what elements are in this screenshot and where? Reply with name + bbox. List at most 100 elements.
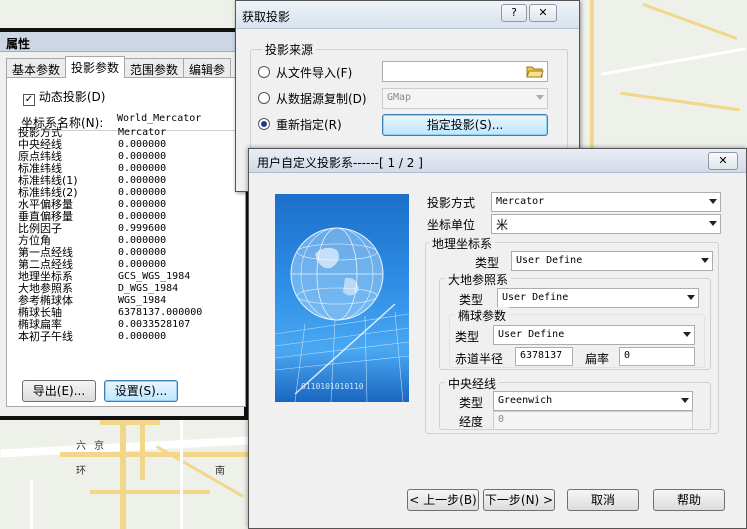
export-button[interactable]: 导出(E)... xyxy=(22,380,96,402)
longitude-input[interactable]: 0 xyxy=(493,411,693,430)
geo-cs-type-value: User Define xyxy=(516,255,583,266)
custom-projection-wizard: 用户自定义投影系------[ 1 / 2 ] ✕ 0110101010110 … xyxy=(248,148,747,529)
param-value: D_WGS_1984 xyxy=(118,283,179,294)
radio-from-file-label: 从文件导入(F) xyxy=(276,66,353,80)
dynamic-projection-label: 动态投影(D) xyxy=(38,90,106,104)
chevron-down-icon xyxy=(709,221,717,226)
cm-type-label: 类型 xyxy=(459,396,484,410)
eq-radius-label: 赤道半径 xyxy=(455,352,504,366)
param-value: Mercator xyxy=(118,127,167,138)
projection-source-label: 投影来源 xyxy=(262,41,317,58)
properties-window: 属性 基本参数 投影参数 范围参数 编辑参 ✓ 动态投影(D) 坐标系名称(N)… xyxy=(0,28,248,420)
specify-projection-button[interactable]: 指定投影(S)... xyxy=(382,114,548,136)
ellipsoid-type-value: User Define xyxy=(498,329,565,340)
tab-projection-params[interactable]: 投影参数 xyxy=(65,56,126,78)
chevron-down-icon xyxy=(681,398,689,403)
help-icon[interactable]: ? xyxy=(501,4,527,22)
file-path-input[interactable] xyxy=(382,61,548,82)
map-road xyxy=(30,480,33,529)
chevron-down-icon xyxy=(709,199,717,204)
map-label: 南 xyxy=(215,466,225,477)
close-icon[interactable]: ✕ xyxy=(529,4,557,22)
param-value: 0.000000 xyxy=(118,199,167,210)
param-value: 0.000000 xyxy=(118,235,167,246)
param-row: 比例因子 0.999600 xyxy=(18,223,240,235)
proj-method-select[interactable]: Mercator xyxy=(491,192,721,212)
radio-copy-from-source[interactable] xyxy=(258,92,270,104)
param-value: 0.000000 xyxy=(118,247,167,258)
map-label: 京 xyxy=(94,441,104,452)
radio-copy-label: 从数据源复制(D) xyxy=(276,92,367,106)
chevron-down-icon xyxy=(536,95,544,100)
cm-type-select[interactable]: Greenwich xyxy=(493,391,693,411)
param-value: 0.000000 xyxy=(118,187,167,198)
param-value: 0.000000 xyxy=(118,331,167,342)
param-value: 0.000000 xyxy=(118,139,167,150)
param-row: 本初子午线 0.000000 xyxy=(18,331,240,343)
radio-respecify[interactable] xyxy=(258,118,270,130)
settings-button[interactable]: 设置(S)... xyxy=(104,380,178,402)
geo-cs-label: 地理坐标系 xyxy=(429,235,496,252)
copy-source-select[interactable]: GMap xyxy=(382,88,548,109)
map-label: 环 xyxy=(76,466,86,477)
help-button[interactable]: 帮助 xyxy=(653,489,725,511)
close-icon[interactable]: ✕ xyxy=(708,152,738,170)
map-road xyxy=(100,420,160,425)
tab-extent-params[interactable]: 范围参数 xyxy=(124,58,185,78)
param-value: 0.0033528107 xyxy=(118,319,191,330)
flattening-input[interactable]: 0 xyxy=(619,347,695,366)
tab-basic-params[interactable]: 基本参数 xyxy=(6,58,67,78)
chevron-down-icon xyxy=(687,295,695,300)
datum-type-select[interactable]: User Define xyxy=(497,288,699,308)
param-value: 0.000000 xyxy=(118,175,167,186)
map-road xyxy=(90,490,210,494)
map-road xyxy=(642,2,738,41)
next-step-button[interactable]: 下一步(N) > xyxy=(483,489,555,511)
cancel-button[interactable]: 取消 xyxy=(567,489,639,511)
dynamic-projection-checkbox[interactable]: ✓ xyxy=(23,94,35,106)
param-value: 0.000000 xyxy=(118,163,167,174)
eq-radius-input[interactable]: 6378137 xyxy=(515,347,573,366)
datum-type-value: User Define xyxy=(502,292,569,303)
geo-cs-type-label: 类型 xyxy=(475,256,500,270)
copy-source-value: GMap xyxy=(387,92,412,103)
param-value: WGS_1984 xyxy=(118,295,167,306)
map-road xyxy=(60,452,250,457)
open-folder-icon[interactable] xyxy=(526,63,544,79)
map-road xyxy=(140,410,145,480)
param-value: 0.000000 xyxy=(118,211,167,222)
chevron-down-icon xyxy=(701,258,709,263)
longitude-label: 经度 xyxy=(459,415,484,429)
properties-tabs: 基本参数 投影参数 范围参数 编辑参 xyxy=(6,56,232,78)
central-meridian-label: 中央经线 xyxy=(445,375,500,392)
ellipsoid-type-label: 类型 xyxy=(455,330,480,344)
param-value: 0.000000 xyxy=(118,151,167,162)
wizard-title: 用户自定义投影系------[ 1 / 2 ] xyxy=(249,149,746,173)
get-projection-title: 获取投影 xyxy=(236,1,579,29)
prev-step-button[interactable]: < 上一步(B) xyxy=(407,489,479,511)
coord-unit-value: 米 xyxy=(496,218,509,232)
radio-from-file[interactable] xyxy=(258,66,270,78)
ellipsoid-label: 椭球参数 xyxy=(455,307,510,324)
dynamic-projection-row[interactable]: ✓ 动态投影(D) xyxy=(23,88,105,106)
map-road xyxy=(620,91,740,112)
map-road xyxy=(600,47,747,76)
coord-unit-label: 坐标单位 xyxy=(427,218,476,232)
coord-unit-select[interactable]: 米 xyxy=(491,214,721,234)
proj-method-value: Mercator xyxy=(496,196,545,207)
param-value: 0.999600 xyxy=(118,223,167,234)
chevron-down-icon xyxy=(683,332,691,337)
map-road xyxy=(180,420,183,529)
map-road xyxy=(590,0,594,150)
globe-binary-text: 0110101010110 xyxy=(301,382,364,391)
datum-label: 大地参照系 xyxy=(445,271,512,288)
tab-edit-params[interactable]: 编辑参 xyxy=(183,58,232,78)
flattening-label: 扁率 xyxy=(585,352,610,366)
map-label: 六 xyxy=(76,441,86,452)
globe-illustration: 0110101010110 xyxy=(275,194,409,402)
ellipsoid-type-select[interactable]: User Define xyxy=(493,325,695,345)
param-value: 0.000000 xyxy=(118,259,167,270)
proj-method-label: 投影方式 xyxy=(427,196,476,210)
geo-cs-type-select[interactable]: User Define xyxy=(511,251,713,271)
datum-type-label: 类型 xyxy=(459,293,484,307)
